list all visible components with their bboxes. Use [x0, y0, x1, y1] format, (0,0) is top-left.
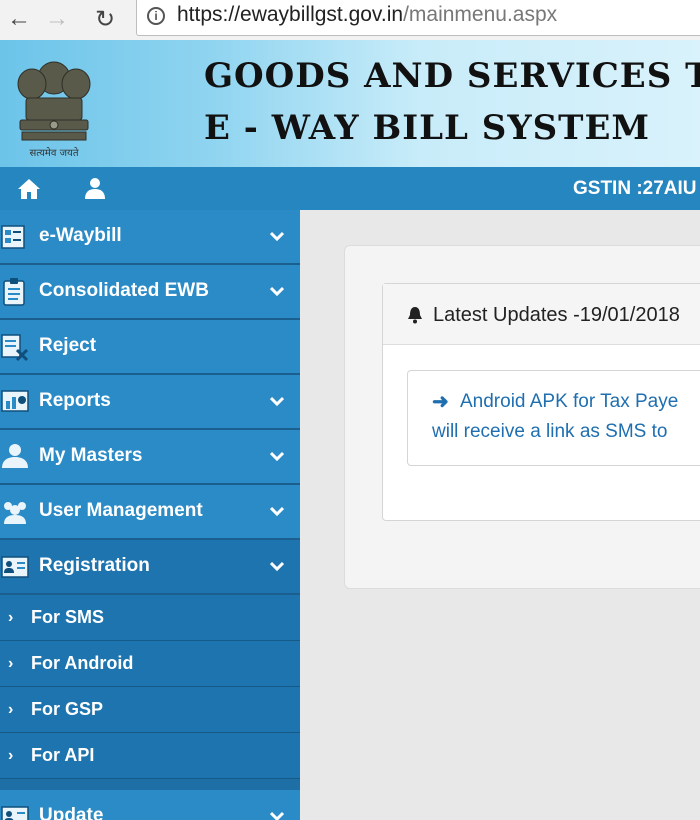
chevron-down-icon: [270, 811, 284, 820]
sidebar-item-label: Update: [39, 805, 104, 820]
address-bar[interactable]: i https://ewaybillgst.gov.in/mainmenu.as…: [136, 0, 700, 36]
id-card-icon: [1, 556, 29, 578]
chevron-down-icon: [270, 231, 284, 242]
caret-right-icon: ›: [8, 701, 14, 718]
user-profile-icon[interactable]: [84, 177, 106, 199]
sidebar-item-user-management[interactable]: User Management: [0, 485, 300, 540]
url-host: https://ewaybillgst.gov.in: [177, 3, 404, 26]
update-notice[interactable]: ➜ Android APK for Tax Paye will receive …: [407, 370, 700, 466]
sidebar-menu: e-Waybill Consolidated EWB Reject Report…: [0, 210, 300, 820]
bell-icon: [408, 307, 422, 324]
sidebar-subitem-label: For GSP: [31, 699, 104, 719]
gstin-label: GSTIN :27AIU: [573, 178, 697, 199]
sidebar-subitem-for-api[interactable]: › For API: [0, 733, 300, 779]
reload-button[interactable]: ↻: [92, 6, 118, 33]
sidebar-subitem-label: For Android: [31, 653, 134, 673]
chevron-down-icon: [270, 451, 284, 462]
sidebar-item-label: Reports: [39, 390, 111, 411]
banner-title-ewb: E - WAY BILL SYSTEM: [204, 108, 651, 148]
sidebar-subitem-label: For SMS: [31, 607, 105, 627]
sidebar-item-reject[interactable]: Reject: [0, 320, 300, 375]
sidebar-item-my-masters[interactable]: My Masters: [0, 430, 300, 485]
latest-updates-header: Latest Updates -19/01/2018: [383, 284, 700, 345]
sidebar-item-label: e-Waybill: [39, 225, 122, 246]
reject-doc-icon: [1, 334, 29, 362]
sidebar-item-label: Consolidated EWB: [39, 280, 209, 301]
sidebar-item-update[interactable]: Update: [0, 790, 300, 820]
chevron-down-icon: [270, 506, 284, 517]
latest-updates-panel: Latest Updates -19/01/2018 ➜ Android APK…: [382, 283, 700, 521]
sidebar-item-label: Registration: [39, 555, 150, 576]
sidebar-subitem-for-android[interactable]: › For Android: [0, 641, 300, 687]
sidebar-item-registration[interactable]: Registration: [0, 540, 300, 595]
national-emblem-icon: सत्यमेव जयते: [17, 61, 91, 159]
sidebar-item-label: My Masters: [39, 445, 143, 466]
home-icon[interactable]: [17, 178, 41, 200]
sidebar-item-consolidated-ewb[interactable]: Consolidated EWB: [0, 265, 300, 320]
notice-text-line2[interactable]: will receive a link as SMS to: [432, 421, 667, 443]
caret-right-icon: ›: [8, 655, 14, 672]
sidebar-item-label: Reject: [39, 335, 97, 356]
sidebar-subitem-label: For API: [31, 745, 95, 765]
notice-text-line1[interactable]: Android APK for Tax Paye: [460, 391, 678, 413]
chart-report-icon: [1, 390, 29, 412]
chevron-down-icon: [270, 286, 284, 297]
chevron-down-icon: [270, 396, 284, 407]
caret-right-icon: ›: [8, 609, 14, 626]
masters-user-icon: [2, 444, 28, 468]
arrow-right-icon: ➜: [432, 391, 449, 413]
chevron-down-icon: [270, 561, 284, 572]
sidebar-subitem-for-gsp[interactable]: › For GSP: [0, 687, 300, 733]
site-banner: सत्यमेव जयते GOODS AND SERVICES TAX E - …: [0, 40, 700, 167]
sidebar-item-e-waybill[interactable]: e-Waybill: [0, 210, 300, 265]
url-text[interactable]: https://ewaybillgst.gov.in/mainmenu.aspx: [177, 3, 557, 27]
url-path: /mainmenu.aspx: [403, 3, 558, 26]
id-card-icon: [1, 806, 29, 820]
sidebar-item-label: User Management: [39, 500, 203, 521]
banner-title-gst: GOODS AND SERVICES TAX: [204, 56, 700, 96]
sidebar-subitem-for-sms[interactable]: › For SMS: [0, 595, 300, 641]
forward-button[interactable]: →: [44, 5, 70, 32]
top-nav-bar: GSTIN :27AIU: [0, 167, 700, 210]
clipboard-icon: [3, 278, 25, 306]
document-list-icon: [1, 225, 25, 249]
info-icon[interactable]: i: [147, 7, 165, 25]
latest-updates-title: Latest Updates -19/01/2018: [433, 304, 680, 326]
sidebar-item-reports[interactable]: Reports: [0, 375, 300, 430]
emblem-motto: सत्यमेव जयते: [29, 147, 78, 159]
caret-right-icon: ›: [8, 747, 14, 764]
users-group-icon: [4, 502, 26, 524]
back-button[interactable]: ←: [6, 5, 32, 32]
browser-toolbar: ← → ↻ i https://ewaybillgst.gov.in/mainm…: [0, 0, 700, 41]
